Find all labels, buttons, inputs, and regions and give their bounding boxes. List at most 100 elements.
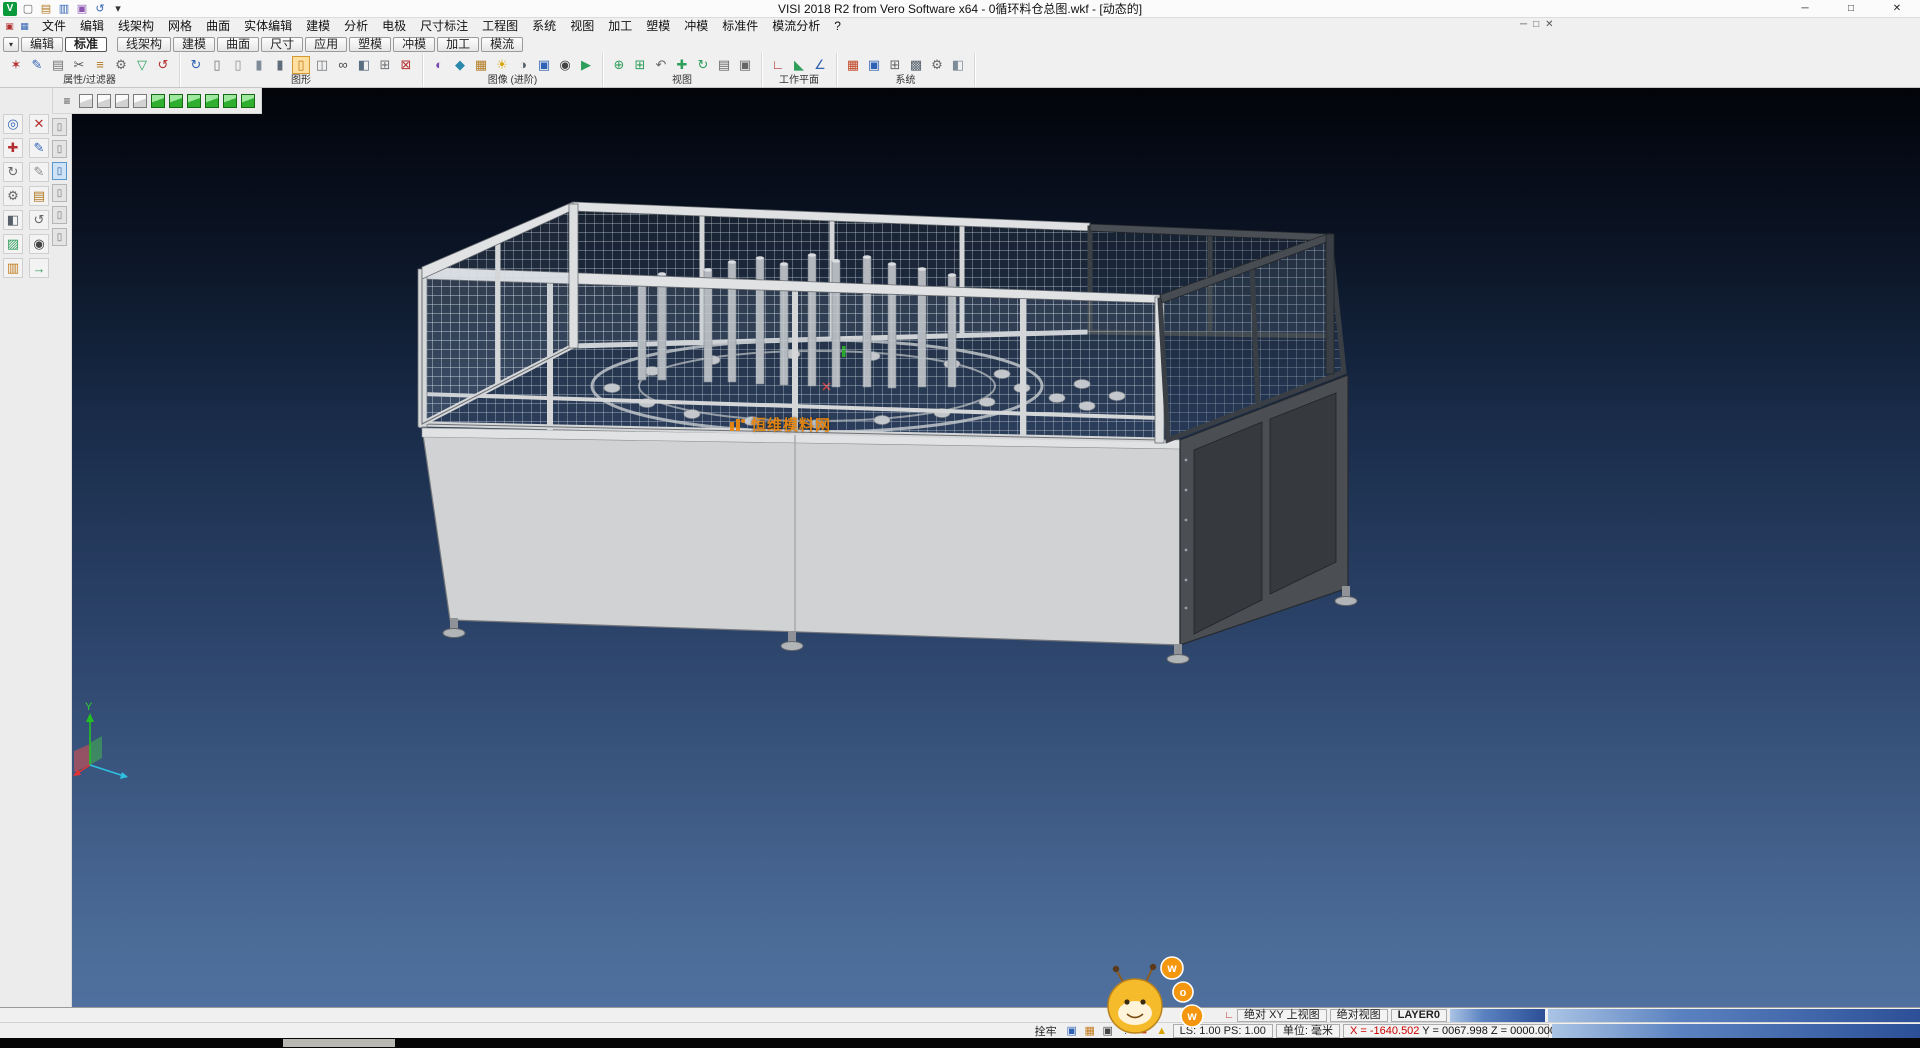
ribbon-tab[interactable]: 曲面 [217,37,259,52]
menu-item[interactable]: 冲模 [677,18,715,35]
copy-attributes-icon[interactable]: ▤ [49,56,67,74]
menu-item[interactable]: ? [827,18,848,35]
plot-icon[interactable]: ▣ [74,1,90,17]
dock-panel-3-icon[interactable]: ▯ [52,162,67,180]
new-document-icon[interactable]: ▢ [20,1,36,17]
pan-view-icon[interactable]: ✚ [673,56,691,74]
maximize-button[interactable]: □ [1828,0,1874,17]
snapshot-icon[interactable]: ◉ [556,56,574,74]
notes-icon[interactable]: ▤ [29,186,49,206]
menu-item[interactable]: 编辑 [73,18,111,35]
view-dynamic-cube-icon[interactable] [241,94,255,108]
selection-grid-icon[interactable]: ▩ [907,56,925,74]
shadow-icon[interactable]: ◑ [514,56,532,74]
calculator-icon[interactable]: ⊞ [886,56,904,74]
menu-item[interactable]: 尺寸标注 [413,18,475,35]
view-mode-field[interactable]: 绝对 XY 上视图 [1237,1009,1327,1022]
view-reference-field[interactable]: 绝对视图 [1330,1009,1388,1022]
menu-item[interactable]: 电极 [375,18,413,35]
filter-gear-icon[interactable]: ⚙ [112,56,130,74]
view-iso-sw-cube-icon[interactable] [205,94,219,108]
dock-panel-6-icon[interactable]: ▯ [52,228,67,246]
minimize-button[interactable]: ─ [1782,0,1828,17]
menu-item[interactable]: 网格 [161,18,199,35]
zoom-select-icon[interactable]: ◎ [3,114,23,134]
texture-icon[interactable]: ▦ [472,56,490,74]
taskbar-item[interactable] [283,1039,395,1047]
graphics-viewport[interactable]: Y 恒维模料网 [72,88,1920,1007]
ribbon-tab[interactable]: 尺寸 [261,37,303,52]
ribbon-tab[interactable]: 冲模 [393,37,435,52]
hatch-icon[interactable]: ▨ [3,234,23,254]
workplane-face-icon[interactable]: ◣ [790,56,808,74]
menu-item[interactable]: 线架构 [111,18,161,35]
view-iso-nw-cube-icon[interactable] [169,94,183,108]
shaded-edges-mode-icon[interactable]: ▮ [271,56,289,74]
lighting-icon[interactable]: ☀ [493,56,511,74]
ribbon-tab[interactable]: 应用 [305,37,347,52]
workplane-3point-icon[interactable]: ∠ [811,56,829,74]
export-icon[interactable]: → [29,258,49,278]
open-file-icon[interactable]: ▤ [38,1,54,17]
view-iso-se-cube-icon[interactable] [187,94,201,108]
ribbon-tab[interactable]: 模流 [481,37,523,52]
animation-icon[interactable]: ▶ [577,56,595,74]
ucs-origin-icon[interactable]: ✚ [3,138,23,158]
session-icon[interactable]: ▦ [18,20,31,33]
view-front-cube-icon[interactable] [115,94,129,108]
attribute-brush-icon[interactable]: ✎ [28,56,46,74]
active-layer-field[interactable]: LAYER0 [1391,1009,1447,1022]
workplane-world-icon[interactable]: ∟ [769,56,787,74]
display-settings-icon[interactable]: ▣ [1064,1024,1080,1038]
view-iso-ne-cube-icon[interactable] [151,94,165,108]
refresh-view-icon[interactable]: ▣ [736,56,754,74]
menu-item[interactable]: 模流分析 [765,18,827,35]
wireframe-mode-icon[interactable]: ▯ [208,56,226,74]
section-view-icon[interactable]: ◫ [313,56,331,74]
settings-gear-icon[interactable]: ⚙ [928,56,946,74]
filter-reset-icon[interactable]: ↺ [154,56,172,74]
system-gear-icon[interactable]: ⚙ [3,186,23,206]
ribbon-tab[interactable]: 编辑 [21,37,63,52]
tab-dropdown-arrow[interactable]: ▾ [3,37,19,52]
ribbon-tab[interactable]: 标准 [65,37,107,52]
menu-item[interactable]: 工程图 [475,18,525,35]
ribbon-tab[interactable]: 塑模 [349,37,391,52]
menu-item[interactable]: 分析 [337,18,375,35]
menu-item[interactable]: 加工 [601,18,639,35]
menu-item[interactable]: 视图 [563,18,601,35]
save-file-icon[interactable]: ▥ [56,1,72,17]
render-icon[interactable]: ◐ [430,56,448,74]
ribbon-tab[interactable]: 建模 [173,37,215,52]
view-side-cube-icon[interactable] [133,94,147,108]
view-iso-top-cube-icon[interactable] [223,94,237,108]
half-shade-icon[interactable]: ◧ [355,56,373,74]
dock-panel-1-icon[interactable]: ▯ [52,118,67,136]
undo-icon[interactable]: ↺ [92,1,108,17]
toolbar-menu-icon[interactable]: ≡ [59,93,75,109]
zoom-previous-icon[interactable]: ↶ [652,56,670,74]
menu-item[interactable]: 文件 [35,18,73,35]
child-window-control[interactable]: ─ [1520,19,1527,30]
color-table-icon[interactable]: ▦ [844,56,862,74]
ribbon-tab[interactable]: 线架构 [117,37,171,52]
customize-toolbar-arrow[interactable]: ▾ [110,1,126,17]
rotate-view-icon[interactable]: ↻ [694,56,712,74]
lock-toggle[interactable]: 拴牢 [1031,1023,1061,1039]
ribbon-tab[interactable]: 加工 [437,37,479,52]
dock-panel-4-icon[interactable]: ▯ [52,184,67,202]
view-top-cube-icon[interactable] [97,94,111,108]
menu-item[interactable]: 建模 [299,18,337,35]
named-views-icon[interactable]: ▤ [715,56,733,74]
child-window-control[interactable]: □ [1533,19,1539,30]
attribute-wand-icon[interactable]: ✶ [7,56,25,74]
annotate-icon[interactable]: ✎ [29,162,49,182]
background-icon[interactable]: ▣ [535,56,553,74]
system-monitor-icon[interactable]: ▣ [865,56,883,74]
zoom-window-icon[interactable]: ⊞ [631,56,649,74]
multi-window-icon[interactable]: ⊞ [376,56,394,74]
dock-panel-5-icon[interactable]: ▯ [52,206,67,224]
view-shaded-cube-icon[interactable] [79,94,93,108]
filter-scissors-icon[interactable]: ✂ [70,56,88,74]
menu-item[interactable]: 系统 [525,18,563,35]
